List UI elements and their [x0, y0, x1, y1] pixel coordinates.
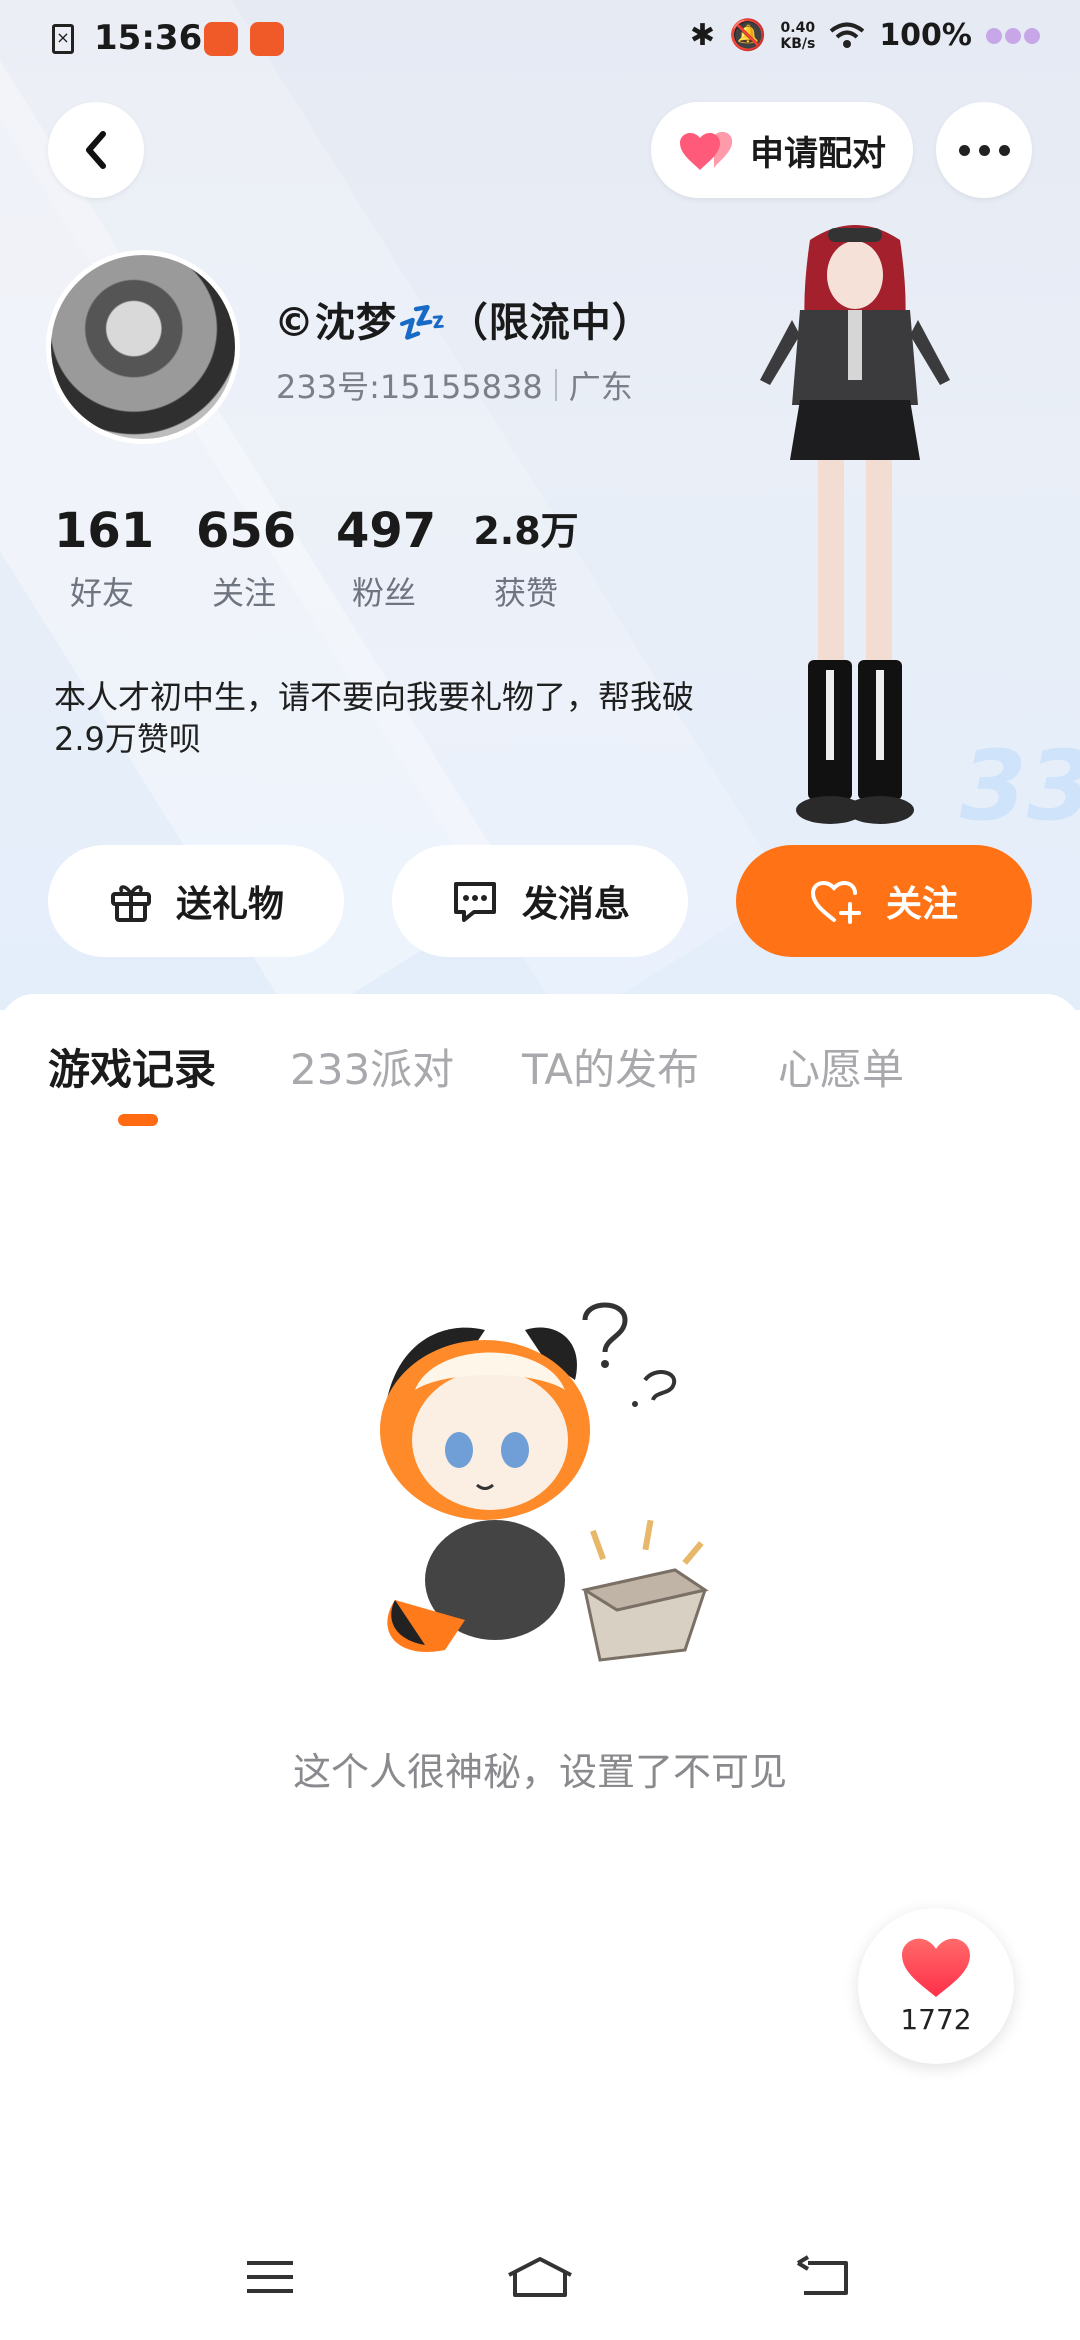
- home-nav-button[interactable]: [490, 2242, 590, 2312]
- more-button[interactable]: [936, 102, 1032, 198]
- battery-icon: [986, 27, 1040, 44]
- stat-label: 关注: [211, 574, 276, 612]
- send-gift-button[interactable]: 送礼物: [48, 845, 344, 957]
- stat-value: 497: [336, 503, 437, 559]
- tab-wishlist[interactable]: 心愿单: [778, 1036, 904, 1097]
- stat-friends[interactable]: 161 好友: [54, 502, 155, 614]
- heart-icon: [902, 1938, 970, 1997]
- request-match-label: 申请配对: [750, 133, 886, 174]
- user-id: 233号:15155838: [276, 368, 543, 406]
- like-float-button[interactable]: 1772: [858, 1908, 1014, 2064]
- back-arrow-icon: [796, 2255, 848, 2295]
- character-model[interactable]: [740, 220, 970, 830]
- empty-state-mascot-illustration: [380, 1302, 709, 1662]
- tab-233-party[interactable]: 233派对: [290, 1036, 454, 1097]
- status-time: 15:36: [94, 18, 203, 58]
- send-message-button[interactable]: 发消息: [392, 845, 688, 957]
- stat-label: 获赞: [493, 574, 558, 612]
- menu-lines-icon: [247, 2261, 293, 2293]
- request-match-button[interactable]: 申请配对: [651, 102, 913, 198]
- chevron-left-icon: [86, 131, 106, 169]
- stat-fans[interactable]: 497 粉丝: [336, 502, 437, 614]
- system-navigation-bar: [0, 2220, 1080, 2340]
- follow-label: 关注: [885, 884, 958, 925]
- back-nav-button[interactable]: [774, 2242, 874, 2312]
- divider: [554, 369, 557, 401]
- stat-value: 656: [196, 503, 297, 559]
- tab-ta-posts[interactable]: TA的发布: [522, 1036, 699, 1097]
- double-heart-icon: [680, 131, 733, 170]
- active-tab-indicator: [118, 1114, 158, 1126]
- more-dots-icon: [958, 144, 1010, 156]
- back-button[interactable]: [48, 102, 144, 198]
- profile-subline: 233号:15155838 广东: [276, 362, 633, 408]
- status-bar: × 15:36 ✱ 🔕 0.40 KB/s 100%: [0, 0, 1080, 84]
- empty-state-message: 这个人很神秘，设置了不可见: [292, 1750, 787, 1794]
- heart-plus-icon: [810, 881, 861, 924]
- like-count: 1772: [900, 2002, 972, 2036]
- stat-label: 好友: [69, 574, 134, 612]
- send-gift-label: 送礼物: [175, 884, 284, 925]
- app-notification-icon: [204, 22, 238, 56]
- user-region: 广东: [568, 368, 633, 406]
- menu-nav-button[interactable]: [220, 2242, 320, 2312]
- avatar[interactable]: [46, 250, 240, 444]
- stat-value: 161: [54, 503, 155, 559]
- network-speed: 0.40 KB/s: [780, 19, 816, 52]
- stat-value: 2.8万: [473, 509, 579, 553]
- home-icon: [508, 2257, 572, 2297]
- stat-following[interactable]: 656 关注: [196, 502, 297, 614]
- gift-icon: [110, 885, 151, 922]
- wifi-icon: [830, 22, 865, 48]
- brand-watermark-logo: 33: [960, 730, 1080, 842]
- mute-bell-icon: 🔕: [728, 18, 767, 53]
- no-sim-icon: ×: [52, 24, 74, 54]
- battery-level: 100%: [879, 18, 972, 53]
- profile-bio: 本人才初中生，请不要向我要礼物了，帮我破2.9万赞呗: [54, 678, 695, 758]
- stat-likes[interactable]: 2.8万 获赞: [472, 502, 580, 614]
- profile-name: ©沈梦💤（限流中）: [274, 300, 653, 346]
- bluetooth-icon: ✱: [689, 18, 715, 53]
- stat-label: 粉丝: [351, 574, 416, 612]
- send-message-label: 发消息: [521, 884, 630, 925]
- tab-game-records[interactable]: 游戏记录: [48, 1036, 216, 1097]
- app-notification-icon: [250, 22, 284, 56]
- status-right: ✱ 🔕 0.40 KB/s 100%: [690, 18, 1040, 53]
- follow-button[interactable]: 关注: [736, 845, 1032, 957]
- chat-bubble-icon: [453, 882, 496, 922]
